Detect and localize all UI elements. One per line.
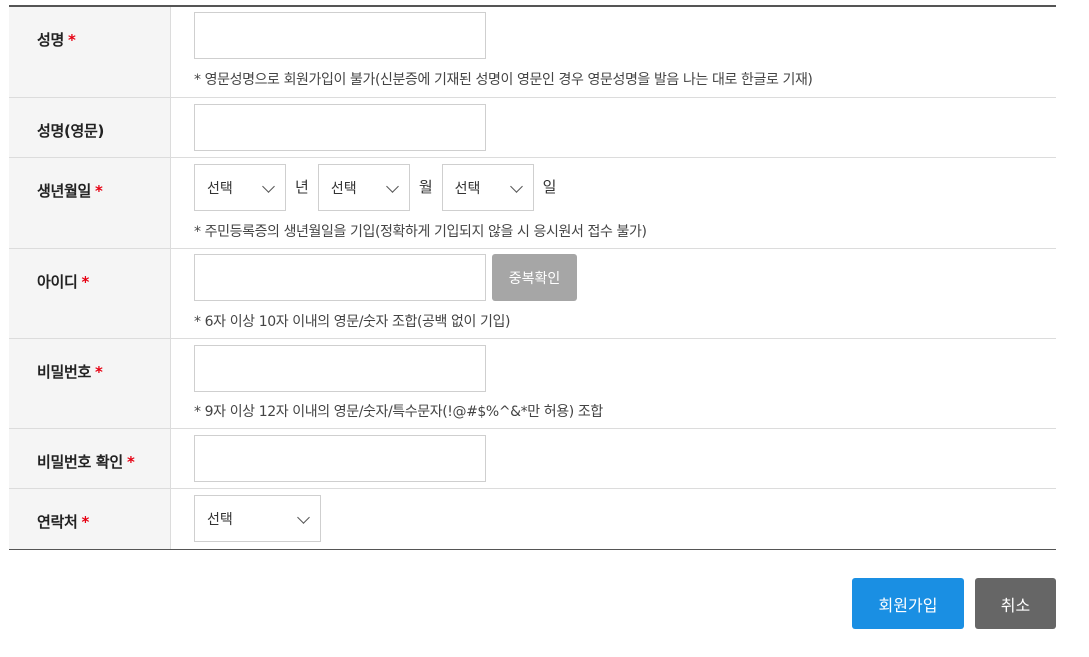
required-mark: * xyxy=(68,31,76,49)
name-note: * 영문성명으로 회원가입이 불가(신분증에 기재된 성명이 영문인 경우 영문… xyxy=(194,72,813,88)
label-name: 성명 * xyxy=(9,7,171,97)
chevron-down-icon xyxy=(509,180,523,193)
birth-month-select[interactable]: 선택 xyxy=(317,164,410,211)
cell-contact: 선택 xyxy=(171,489,1056,549)
required-mark: * xyxy=(95,182,103,200)
cell-birthdate: 선택 년 선택 월 선택 일 * 주민등록증의 생년월일을 기입(정확하게 기입… xyxy=(171,158,1056,248)
label-contact: 연락처 * xyxy=(9,489,171,549)
birth-year-select[interactable]: 선택 xyxy=(194,164,286,211)
cell-english-name xyxy=(171,98,1056,157)
birth-day-select[interactable]: 선택 xyxy=(441,164,534,211)
cell-user-id: 중복확인 * 6자 이상 10자 이내의 영문/숫자 조합(공백 없이 기입) xyxy=(171,249,1056,338)
label-english-name: 성명(영문) xyxy=(9,98,171,157)
row-birthdate: 생년월일 * 선택 년 선택 월 선택 일 * 주민등록증의 생년월일을 기입(… xyxy=(9,158,1056,249)
user-id-note: * 6자 이상 10자 이내의 영문/숫자 조합(공백 없이 기입) xyxy=(194,314,511,330)
label-password-confirm: 비밀번호 확인 * xyxy=(9,429,171,488)
required-mark: * xyxy=(95,363,103,381)
name-input[interactable] xyxy=(194,12,486,59)
label-user-id: 아이디 * xyxy=(9,249,171,338)
row-password: 비밀번호 * * 9자 이상 12자 이내의 영문/숫자/특수문자(!@#$%^&… xyxy=(9,339,1056,429)
join-button[interactable]: 회원가입 xyxy=(852,578,964,629)
english-name-input[interactable] xyxy=(194,104,486,151)
cancel-button[interactable]: 취소 xyxy=(975,578,1056,629)
required-mark: * xyxy=(126,453,135,471)
password-note: * 9자 이상 12자 이내의 영문/숫자/특수문자(!@#$%^&*만 허용)… xyxy=(194,404,603,420)
row-english-name: 성명(영문) xyxy=(9,98,1056,158)
required-mark: * xyxy=(81,273,90,291)
cell-name: * 영문성명으로 회원가입이 불가(신분증에 기재된 성명이 영문인 경우 영문… xyxy=(171,7,1056,97)
id-duplicate-check-button[interactable]: 중복확인 xyxy=(492,254,577,301)
password-input[interactable] xyxy=(194,345,486,392)
row-user-id: 아이디 * 중복확인 * 6자 이상 10자 이내의 영문/숫자 조합(공백 없이… xyxy=(9,249,1056,339)
birth-day-unit: 일 xyxy=(542,178,557,196)
birthdate-selects: 선택 년 선택 월 선택 일 xyxy=(194,164,1056,211)
user-id-input[interactable] xyxy=(194,254,486,301)
chevron-down-icon xyxy=(262,180,275,193)
contact-select[interactable]: 선택 xyxy=(194,495,321,542)
row-password-confirm: 비밀번호 확인 * xyxy=(9,429,1056,489)
cell-password: * 9자 이상 12자 이내의 영문/숫자/특수문자(!@#$%^&*만 허용)… xyxy=(171,339,1056,428)
label-password: 비밀번호 * xyxy=(9,339,171,428)
chevron-down-icon xyxy=(385,180,399,193)
signup-form-table: 성명 * * 영문성명으로 회원가입이 불가(신분증에 기재된 성명이 영문인 경… xyxy=(9,5,1056,550)
row-name: 성명 * * 영문성명으로 회원가입이 불가(신분증에 기재된 성명이 영문인 경… xyxy=(9,7,1056,98)
required-mark: * xyxy=(81,513,90,531)
chevron-down-icon xyxy=(297,511,310,524)
cell-password-confirm xyxy=(171,429,1056,488)
birthdate-note: * 주민등록증의 생년월일을 기입(정확하게 기입되지 않을 시 응시원서 접수… xyxy=(194,224,647,240)
birth-month-unit: 월 xyxy=(418,178,433,196)
birth-year-unit: 년 xyxy=(295,178,309,196)
label-birthdate: 생년월일 * xyxy=(9,158,171,248)
password-confirm-input[interactable] xyxy=(194,435,486,482)
row-contact: 연락처 * 선택 xyxy=(9,489,1056,549)
